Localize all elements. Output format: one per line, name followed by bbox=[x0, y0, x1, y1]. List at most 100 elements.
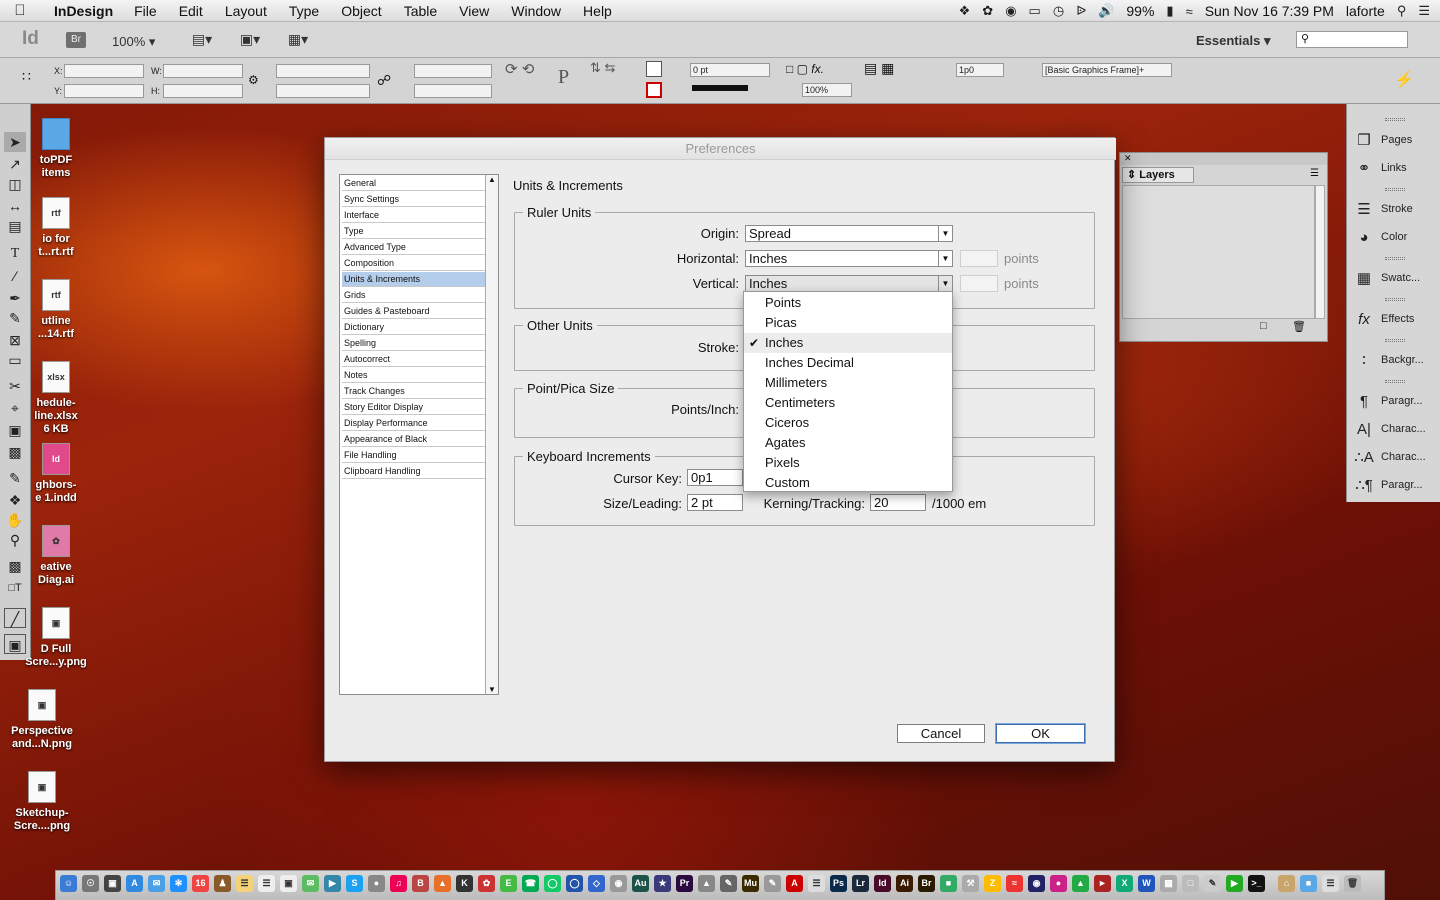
arrange-documents-icon[interactable]: ▦▾ bbox=[284, 31, 312, 49]
remote-icon[interactable]: ► bbox=[1094, 875, 1111, 892]
home-folder-icon[interactable]: ⌂ bbox=[1278, 875, 1295, 892]
vertical-units-select[interactable]: Inches ▼ bbox=[745, 275, 953, 292]
ok-button[interactable]: OK bbox=[996, 724, 1085, 743]
view-options-icon[interactable]: ▤▾ bbox=[188, 31, 216, 49]
time-machine-icon[interactable]: ◷ bbox=[1053, 3, 1064, 19]
audition-icon[interactable]: Au bbox=[632, 875, 649, 892]
battery-icon[interactable]: ▮ bbox=[1166, 3, 1173, 19]
scale-y-field[interactable] bbox=[276, 84, 370, 98]
nav-item-file-handling[interactable]: File Handling bbox=[342, 448, 485, 463]
nav-item-story-editor-display[interactable]: Story Editor Display bbox=[342, 400, 485, 415]
archive-icon[interactable]: □ bbox=[1182, 875, 1199, 892]
background-tasks-panel-button[interactable]: ∶ Backgr... bbox=[1347, 346, 1440, 374]
indesign-dock-icon[interactable]: Id bbox=[874, 875, 891, 892]
spotlight-icon[interactable]: ⚲ bbox=[1397, 3, 1407, 19]
color-panel-button[interactable]: ◕ Color bbox=[1347, 223, 1440, 251]
stroke-swatch[interactable] bbox=[646, 82, 662, 98]
bridge-dock-icon[interactable]: Br bbox=[918, 875, 935, 892]
rotation-field[interactable] bbox=[414, 64, 492, 78]
word-icon[interactable]: W bbox=[1138, 875, 1155, 892]
nav-item-interface[interactable]: Interface bbox=[342, 208, 485, 223]
dropdown-option-points[interactable]: Points bbox=[744, 293, 952, 313]
dropdown-option-pixels[interactable]: Pixels bbox=[744, 453, 952, 473]
kerning-tracking-input[interactable]: 20 bbox=[870, 494, 926, 511]
scale-x-field[interactable] bbox=[276, 64, 370, 78]
vlc-icon[interactable]: ▲ bbox=[434, 875, 451, 892]
dropdown-option-custom[interactable]: Custom bbox=[744, 473, 952, 493]
nav-item-sync-settings[interactable]: Sync Settings bbox=[342, 192, 485, 207]
applications-folder-icon[interactable]: ■ bbox=[1300, 875, 1317, 892]
nav-item-clipboard-handling[interactable]: Clipboard Handling bbox=[342, 464, 485, 479]
illustrator-icon[interactable]: Ai bbox=[896, 875, 913, 892]
photos-icon[interactable]: ✿ bbox=[478, 875, 495, 892]
horizontal-units-select[interactable]: Inches ▼ bbox=[745, 250, 953, 267]
nav-item-units-increments[interactable]: Units & Increments bbox=[342, 272, 485, 287]
menu-type[interactable]: Type bbox=[278, 3, 330, 19]
desktop-icon-png[interactable]: ▣ Perspective and...N.png bbox=[2, 689, 82, 751]
filezilla-icon[interactable]: Z bbox=[984, 875, 1001, 892]
skype-icon[interactable]: S bbox=[346, 875, 363, 892]
stroke-weight-field[interactable]: 0 pt bbox=[690, 63, 770, 77]
origin-select[interactable]: Spread ▼ bbox=[745, 225, 953, 242]
screen-mode-icon[interactable]: ▣▾ bbox=[236, 31, 264, 49]
terminal-2-icon[interactable]: ▶ bbox=[1226, 875, 1243, 892]
desktop-icon-png[interactable]: ▣ D Full Scre...y.png bbox=[16, 607, 96, 669]
desktop-icon-rtf[interactable]: rtf utline ...14.rtf bbox=[16, 279, 96, 341]
itunes-icon[interactable]: ♫ bbox=[390, 875, 407, 892]
nav-item-display-performance[interactable]: Display Performance bbox=[342, 416, 485, 431]
firefox-icon[interactable]: ◯ bbox=[566, 875, 583, 892]
h-field[interactable] bbox=[163, 84, 243, 98]
dropdown-option-picas[interactable]: Picas bbox=[744, 313, 952, 333]
frame-icons[interactable]: □ ▢ fx. bbox=[786, 62, 824, 76]
effects-panel-button[interactable]: fx Effects bbox=[1347, 305, 1440, 333]
nav-item-type[interactable]: Type bbox=[342, 224, 485, 239]
paw-icon[interactable]: ✿ bbox=[982, 3, 993, 19]
search-input[interactable]: ⚲ bbox=[1296, 31, 1408, 48]
nav-item-notes[interactable]: Notes bbox=[342, 368, 485, 383]
dropdown-option-inches-decimal[interactable]: Inches Decimal bbox=[744, 353, 952, 373]
constrain-proportions-icon[interactable]: ⚙ bbox=[248, 73, 259, 87]
object-style-select[interactable]: [Basic Graphics Frame]+ bbox=[1042, 63, 1172, 77]
finder-icon[interactable]: ☺ bbox=[60, 875, 77, 892]
stickies-icon[interactable]: ✎ bbox=[1204, 875, 1221, 892]
evernote-icon[interactable]: E bbox=[500, 875, 517, 892]
category-list-scrollbar[interactable]: ▲ ▼ bbox=[485, 175, 498, 694]
nav-item-grids[interactable]: Grids bbox=[342, 288, 485, 303]
y-field[interactable] bbox=[64, 84, 144, 98]
zoom-level-select[interactable]: 100% ▾ bbox=[112, 34, 155, 50]
trash-icon[interactable]: 🗑 bbox=[1292, 320, 1306, 333]
nav-item-composition[interactable]: Composition bbox=[342, 256, 485, 271]
mission-control-icon[interactable]: ▣ bbox=[104, 875, 121, 892]
airplay-icon[interactable]: ▭ bbox=[1029, 3, 1041, 19]
tools-icon[interactable]: ⚒ bbox=[962, 875, 979, 892]
desktop-icon-ai[interactable]: ✿ eative Diag.ai bbox=[16, 525, 96, 587]
panel-menu-icon[interactable]: ☰ bbox=[1310, 168, 1319, 179]
preview-icon[interactable]: ▣ bbox=[280, 875, 297, 892]
swatches-panel-button[interactable]: ▦ Swatc... bbox=[1347, 264, 1440, 292]
link-scale-icon[interactable]: ☍ bbox=[377, 72, 391, 89]
kindle-icon[interactable]: K bbox=[456, 875, 473, 892]
cancel-button[interactable]: Cancel bbox=[897, 724, 985, 743]
fill-swatch[interactable] bbox=[646, 61, 662, 77]
nav-item-appearance-of-black[interactable]: Appearance of Black bbox=[342, 432, 485, 447]
desktop-icon-rtf[interactable]: rtf io for t...rt.rtf bbox=[16, 197, 96, 259]
rotate-icon[interactable]: ⟳ ⟲ bbox=[505, 60, 534, 78]
facetime-icon[interactable]: ▶ bbox=[324, 875, 341, 892]
premiere-icon[interactable]: Pr bbox=[676, 875, 693, 892]
menu-layout[interactable]: Layout bbox=[214, 3, 278, 19]
user-name[interactable]: laforte bbox=[1346, 3, 1385, 19]
lightroom-icon[interactable]: Lr bbox=[852, 875, 869, 892]
menu-view[interactable]: View bbox=[448, 3, 500, 19]
desktop-icon-indd[interactable]: Id ghbors- e 1.indd bbox=[16, 443, 96, 505]
workspace-switcher[interactable]: Essentials ▾ bbox=[1196, 33, 1270, 49]
nav-item-track-changes[interactable]: Track Changes bbox=[342, 384, 485, 399]
layers-list[interactable] bbox=[1122, 185, 1315, 319]
app-menu[interactable]: InDesign bbox=[40, 3, 123, 19]
nav-item-dictionary[interactable]: Dictionary bbox=[342, 320, 485, 335]
menu-file[interactable]: File bbox=[123, 3, 168, 19]
whatsapp-icon[interactable]: ☎ bbox=[522, 875, 539, 892]
acrobat-reader-icon[interactable]: A bbox=[786, 875, 803, 892]
dropbox-icon[interactable]: ❖ bbox=[959, 3, 971, 19]
scroll-up-icon[interactable]: ▲ bbox=[488, 175, 496, 184]
dropdown-option-agates[interactable]: Agates bbox=[744, 433, 952, 453]
